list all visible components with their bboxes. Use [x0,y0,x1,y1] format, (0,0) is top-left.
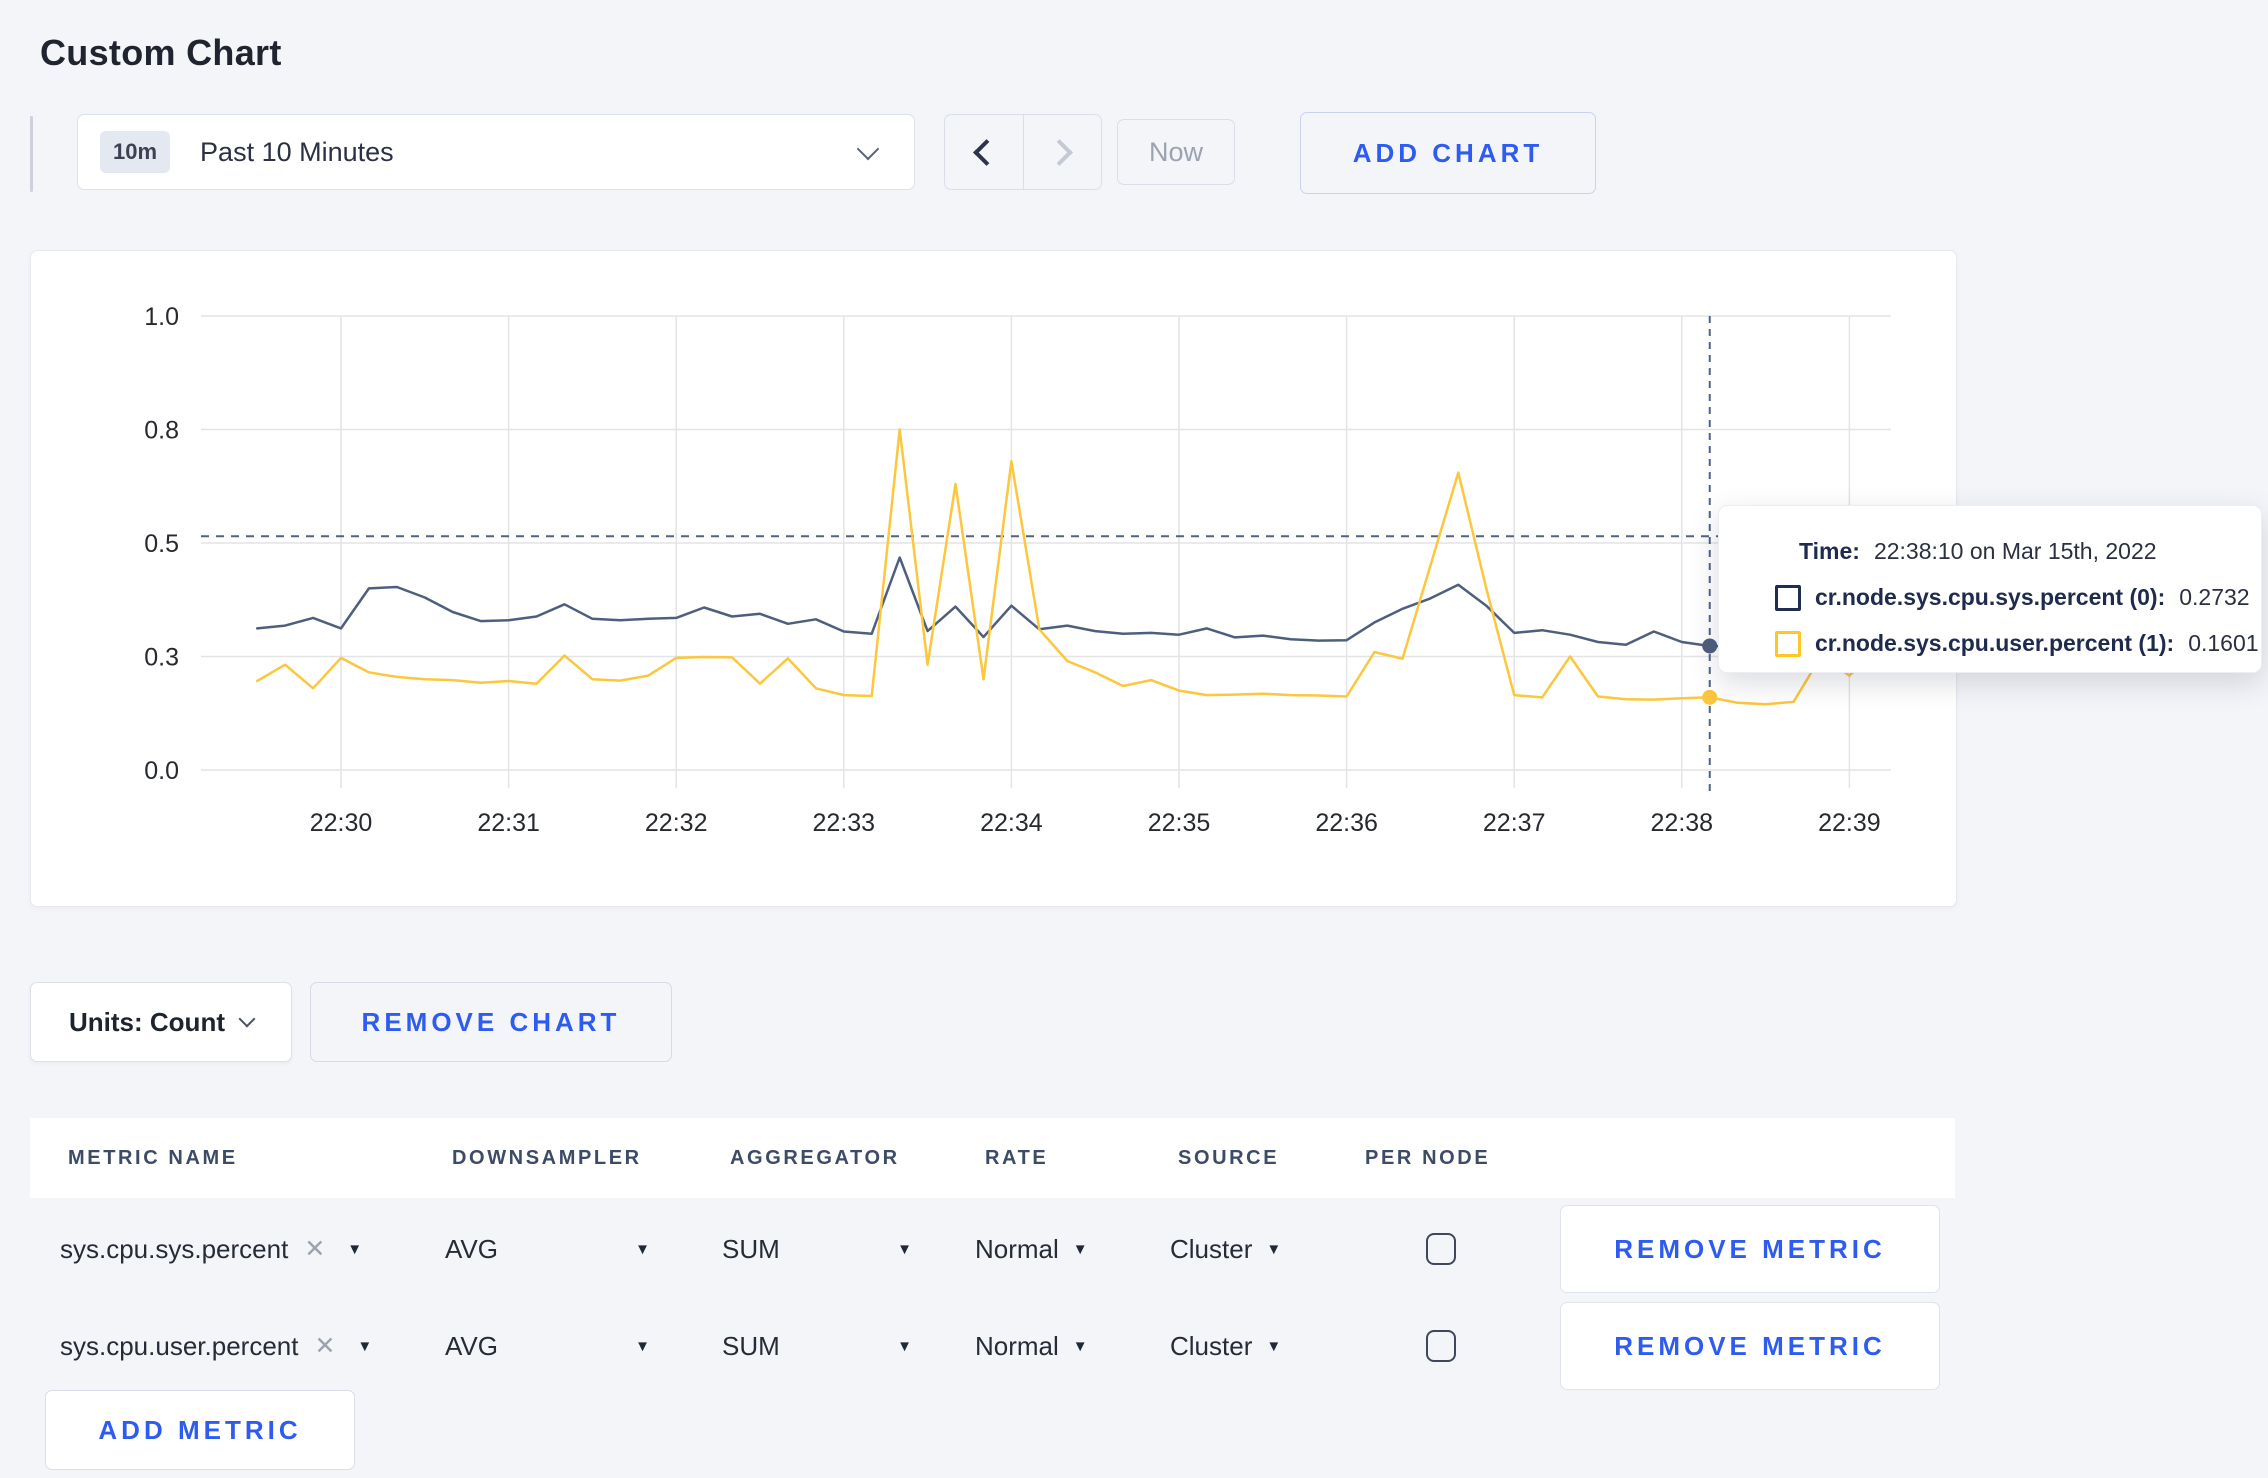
y-tick-label: 0.5 [144,530,179,558]
x-tick-label: 22:37 [1483,809,1546,837]
aggregator-value: SUM [722,1330,780,1361]
x-tick-label: 22:39 [1818,809,1881,837]
rate-value: Normal [975,1330,1059,1361]
dropdown-triangle-icon: ▼ [1266,1240,1282,1258]
tooltip-series-value: 0.1601 [2188,630,2259,656]
metric-name-select[interactable]: sys.cpu.user.percent ✕ ▼ [60,1300,372,1392]
time-pager [944,114,1102,190]
chart-card: 0.0 0.3 0.5 0.8 1.0 22:30 22:31 22:32 22:33 22:34… [30,250,1957,907]
source-select[interactable]: Cluster ▼ [1170,1300,1281,1392]
aggregator-select[interactable]: SUM ▼ [722,1300,912,1392]
metric-name-select[interactable]: sys.cpu.sys.percent ✕ ▼ [60,1198,362,1300]
time-range-badge: 10m [100,131,171,173]
dropdown-triangle-icon: ▼ [1266,1337,1282,1355]
x-tick-label: 22:30 [310,809,373,837]
rate-value: Normal [975,1233,1059,1264]
metric-name-value: sys.cpu.user.percent [60,1330,299,1361]
y-tick-label: 0.3 [144,644,179,672]
clear-icon[interactable]: ✕ [304,1234,325,1264]
chevron-left-icon [973,138,1001,166]
downsampler-select[interactable]: AVG ▼ [445,1300,650,1392]
col-header-aggregator: AGGREGATOR [730,1147,900,1169]
tooltip-series-row: cr.node.sys.cpu.sys.percent (0): 0.2732 [1775,584,2261,611]
x-tick-label: 22:35 [1148,809,1211,837]
dropdown-triangle-icon: ▼ [635,1240,650,1258]
cpu-line-chart[interactable]: 0.0 0.3 0.5 0.8 1.0 22:30 22:31 22:32 22:33 22:34… [31,251,1956,906]
source-select[interactable]: Cluster ▼ [1170,1198,1281,1300]
dropdown-triangle-icon: ▼ [347,1240,363,1258]
crosshair-dot [1702,638,1718,654]
chart-tooltip: Time: 22:38:10 on Mar 15th, 2022 cr.node… [1718,505,2262,673]
chevron-down-icon [238,1010,256,1028]
dropdown-triangle-icon: ▼ [897,1240,912,1258]
source-value: Cluster [1170,1233,1253,1264]
dropdown-triangle-icon: ▼ [357,1337,373,1355]
dropdown-triangle-icon: ▼ [897,1337,912,1355]
tooltip-series-row: cr.node.sys.cpu.user.percent (1): 0.1601 [1775,630,2261,657]
user-series-swatch-icon [1775,630,1801,657]
tooltip-time-value: 22:38:10 on Mar 15th, 2022 [1873,538,2157,564]
per-node-checkbox[interactable] [1426,1330,1456,1362]
x-tick-label: 22:33 [813,809,876,837]
tooltip-series-label: cr.node.sys.cpu.sys.percent (0): [1815,584,2166,610]
dropdown-triangle-icon: ▼ [1072,1337,1088,1355]
downsampler-value: AVG [445,1330,498,1361]
y-tick-label: 0.0 [144,757,179,785]
tooltip-series-value: 0.2732 [2179,584,2250,610]
metrics-table-header: METRIC NAME DOWNSAMPLER AGGREGATOR RATE … [30,1118,1955,1198]
prev-range-button[interactable] [945,115,1024,189]
now-button[interactable]: Now [1117,119,1235,185]
remove-metric-button[interactable]: REMOVE METRIC [1560,1302,1940,1390]
per-node-checkbox[interactable] [1426,1233,1456,1265]
units-select[interactable]: Units: Count [30,982,292,1062]
tooltip-time-label: Time: [1799,538,1860,564]
dropdown-triangle-icon: ▼ [635,1337,650,1355]
next-range-button[interactable] [1024,115,1102,189]
x-tick-label: 22:32 [645,809,708,837]
source-value: Cluster [1170,1330,1253,1361]
col-header-per-node: PER NODE [1365,1147,1491,1169]
page-title: Custom Chart [40,32,282,74]
series-line [255,556,1879,648]
custom-chart-page: { "page": { "title": "Custom Chart" }, "… [0,0,2268,1478]
col-header-rate: RATE [985,1147,1049,1169]
x-tick-label: 22:31 [477,809,540,837]
units-label: Units: Count [69,1006,225,1037]
col-header-metric-name: METRIC NAME [68,1147,238,1169]
x-tick-label: 22:34 [980,809,1043,837]
time-range-label: Past 10 Minutes [200,136,394,167]
tooltip-time-row: Time: 22:38:10 on Mar 15th, 2022 [1799,538,2261,565]
x-tick-label: 22:36 [1315,809,1378,837]
metric-row: sys.cpu.user.percent ✕ ▼ AVG ▼ SUM ▼ Nor… [30,1300,1955,1392]
metric-name-value: sys.cpu.sys.percent [60,1233,289,1264]
sys-series-swatch-icon [1775,584,1801,611]
y-tick-label: 1.0 [144,303,179,331]
rate-select[interactable]: Normal ▼ [975,1198,1088,1300]
col-header-source: SOURCE [1178,1147,1280,1169]
downsampler-value: AVG [445,1233,498,1264]
metric-row: sys.cpu.sys.percent ✕ ▼ AVG ▼ SUM ▼ Norm… [30,1198,1955,1300]
chevron-right-icon [1045,138,1073,166]
dropdown-triangle-icon: ▼ [1072,1240,1088,1258]
downsampler-select[interactable]: AVG ▼ [445,1198,650,1300]
y-tick-label: 0.8 [144,417,179,445]
time-range-select[interactable]: 10m Past 10 Minutes [77,114,915,190]
toolbar-accent-divider [30,116,33,192]
series-line [255,428,1879,706]
aggregator-select[interactable]: SUM ▼ [722,1198,912,1300]
x-tick-label: 22:38 [1651,809,1714,837]
remove-chart-button[interactable]: REMOVE CHART [310,982,672,1062]
chevron-down-icon [856,137,880,161]
clear-icon[interactable]: ✕ [314,1331,335,1361]
aggregator-value: SUM [722,1233,780,1264]
add-chart-button[interactable]: ADD CHART [1300,112,1596,194]
crosshair-dot [1702,689,1718,705]
tooltip-series-label: cr.node.sys.cpu.user.percent (1): [1815,630,2175,656]
col-header-downsampler: DOWNSAMPLER [452,1147,642,1169]
remove-metric-button[interactable]: REMOVE METRIC [1560,1205,1940,1293]
rate-select[interactable]: Normal ▼ [975,1300,1088,1392]
add-metric-button[interactable]: ADD METRIC [45,1390,355,1470]
